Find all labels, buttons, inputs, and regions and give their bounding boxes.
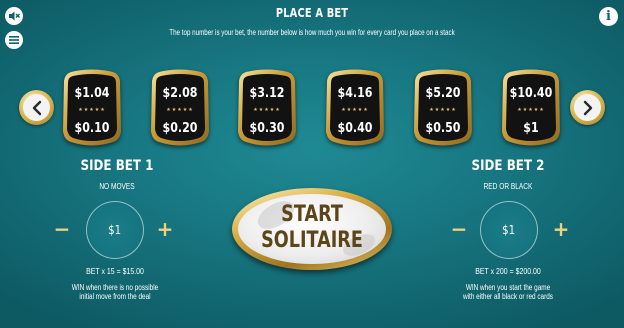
card-win-value: $0.30 [249,121,285,136]
side-bet-2-increase-button[interactable]: + [552,218,570,242]
start-solitaire-button[interactable]: START SOLITAIRE [232,188,392,270]
card-bet-value: $1.04 [74,86,110,101]
side-bet-1-value: $1 [108,223,122,237]
side-bet-1-title: SIDE BET 1 [80,158,154,174]
side-bet-1-bet-line: BET x 15 = $15.00 [86,266,144,276]
side-bet-2-win-line-1: WIN when you start the game [465,283,551,292]
bet-card[interactable]: $5.20 ★★★★★ $0.50 [410,69,476,148]
side-bet-2-value: $1 [502,223,516,237]
page-subtitle: The top number is your bet, the number b… [169,28,455,37]
card-stars: ★★★★★ [166,107,194,113]
card-bet-value: $2.08 [162,86,198,101]
hamburger-menu-icon[interactable] [5,31,23,49]
card-bet-value: $4.16 [337,86,373,101]
bet-card[interactable]: $1.04 ★★★★★ $0.10 [59,69,125,148]
page-title: PLACE A BET [275,6,349,20]
side-bet-1-win-line-1: WIN when there is no possible [71,283,159,292]
side-bet-2-win-line-2: with either all black or red cards [463,292,553,301]
card-bet-value: $3.12 [249,86,285,101]
card-win-value: $0.10 [74,121,110,136]
start-button-face: START SOLITAIRE [238,194,386,264]
bet-card[interactable]: $3.12 ★★★★★ $0.30 [234,69,300,148]
side-bet-2-amount: $1 [480,201,538,259]
card-win-value: $0.40 [337,121,373,136]
card-win-value: $0.20 [162,121,198,136]
start-button-label-line-1: START [281,202,343,227]
bet-card[interactable]: $2.08 ★★★★★ $0.20 [147,69,213,148]
chevron-left-icon [23,94,50,121]
side-bet-1-amount: $1 [86,201,144,259]
side-bet-1-decrease-button[interactable]: − [53,218,71,242]
card-win-value: $0.50 [425,121,461,136]
next-bets-button[interactable] [570,90,605,125]
bet-card[interactable]: $4.16 ★★★★★ $0.40 [322,69,388,148]
side-bet-2-win-description: WIN when you start the game with either … [448,283,568,301]
card-stars: ★★★★★ [78,107,106,113]
info-icon[interactable]: i [599,7,618,26]
side-bet-1-win-line-2: initial move from the deal [79,292,151,301]
card-bet-value: $5.20 [425,86,461,101]
card-stars: ★★★★★ [429,107,457,113]
card-bet-value: $10.40 [509,86,553,101]
side-bet-1-increase-button[interactable]: + [156,218,174,242]
side-bet-1-win-description: WIN when there is no possible initial mo… [55,283,175,301]
card-win-value: $1 [523,121,539,136]
side-bet-1-subtitle: NO MOVES [99,182,135,191]
side-bet-2-decrease-button[interactable]: − [450,218,468,242]
card-stars: ★★★★★ [253,107,281,113]
card-stars: ★★★★★ [341,107,369,113]
side-bet-2-title: SIDE BET 2 [471,158,545,174]
side-bet-2-bet-line: BET x 200 = $200.00 [475,266,541,276]
previous-bets-button[interactable] [19,90,54,125]
card-stars: ★★★★★ [517,107,545,113]
chevron-right-icon [574,94,601,121]
side-bet-2-subtitle: RED OR BLACK [483,182,533,191]
sound-muted-icon[interactable] [5,7,23,25]
bet-card[interactable]: $10.40 ★★★★★ $1 [498,69,564,148]
start-button-label-line-2: SOLITAIRE [261,228,363,253]
